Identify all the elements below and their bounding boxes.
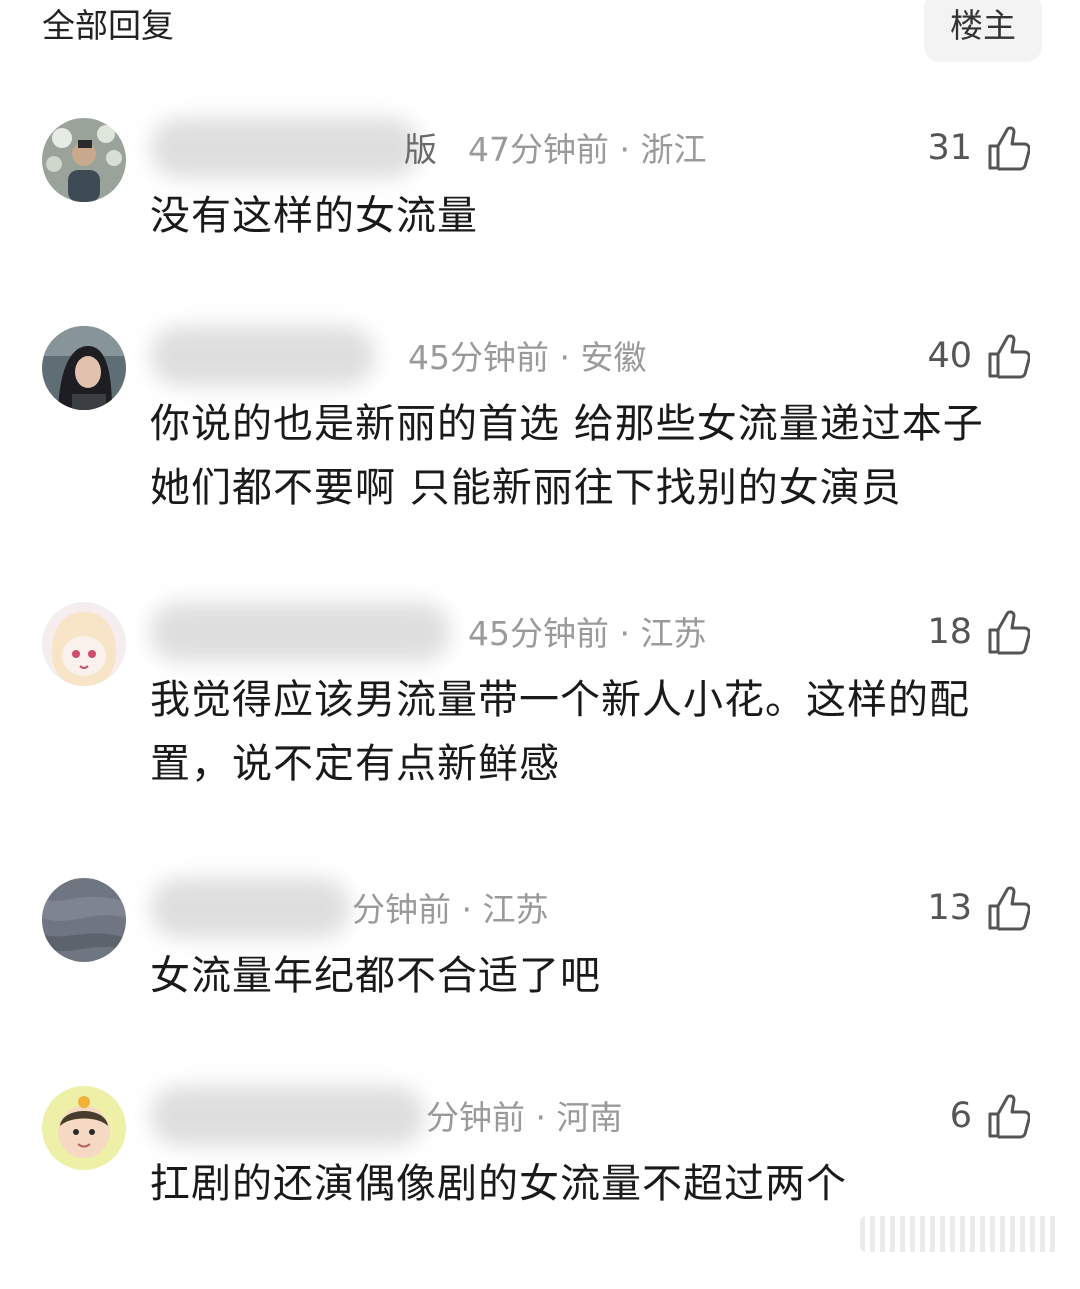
op-only-filter-button[interactable]: 楼主 (924, 0, 1042, 62)
comment-text: 我觉得应该男流量带一个新人小花。这样的配置，说不定有点新鲜感 (150, 677, 970, 787)
thumbs-up-icon (988, 334, 1030, 379)
comment-timestamp-location: 分钟前 · 江苏 (352, 890, 549, 929)
thumbs-up-icon (988, 126, 1030, 171)
comment-timestamp-location: 45分钟前 · 安徽 (408, 338, 647, 377)
comment-text: 扛剧的还演偶像剧的女流量不超过两个 (150, 1161, 847, 1207)
comment-meta: 分钟前 · 河南 6 (150, 1086, 1030, 1146)
watermark-strip (860, 1216, 1060, 1252)
op-filter-label: 楼主 (950, 6, 1016, 45)
comment-item: 45分钟前 · 江苏 18 我觉得应该男流量带一个新人小花。这样的配置，说不定有… (0, 602, 1080, 802)
like-button[interactable]: 31 (927, 118, 1030, 178)
like-button[interactable]: 6 (950, 1086, 1030, 1146)
reply-header: 全部回复 楼主 (0, 0, 1080, 62)
comment-text: 没有这样的女流量 (150, 193, 478, 239)
comment-meta: 45分钟前 · 江苏 18 (150, 602, 1030, 662)
username-redacted[interactable] (150, 1086, 425, 1146)
all-replies-title: 全部回复 (42, 6, 174, 45)
comment-timestamp-location: 47分钟前 · 浙江 (468, 130, 707, 169)
like-count: 18 (927, 612, 972, 652)
comment-item: 45分钟前 · 安徽 40 你说的也是新丽的首选 给那些女流量递过本子 她们都不… (0, 326, 1080, 526)
like-button[interactable]: 13 (927, 878, 1030, 938)
comment-meta: 版 47分钟前 · 浙江 31 (150, 118, 1030, 178)
username-redacted[interactable] (150, 118, 420, 178)
avatar[interactable] (42, 326, 126, 410)
comment-text: 女流量年纪都不合适了吧 (150, 953, 601, 999)
comment-timestamp-location: 45分钟前 · 江苏 (468, 614, 707, 653)
comment-item: 分钟前 · 江苏 13 女流量年纪都不合适了吧 (0, 878, 1080, 999)
thumbs-up-icon (988, 610, 1030, 655)
avatar[interactable] (42, 602, 126, 686)
comment-item: 分钟前 · 河南 6 扛剧的还演偶像剧的女流量不超过两个 (0, 1086, 1080, 1207)
avatar[interactable] (42, 118, 126, 202)
avatar[interactable] (42, 1086, 126, 1170)
like-count: 13 (927, 888, 972, 928)
thumbs-up-icon (988, 1094, 1030, 1139)
comment-timestamp-location: 分钟前 · 河南 (426, 1098, 623, 1137)
like-button[interactable]: 18 (927, 602, 1030, 662)
comment-text: 你说的也是新丽的首选 给那些女流量递过本子 她们都不要啊 只能新丽往下找别的女演… (150, 401, 984, 511)
thumbs-up-icon (988, 886, 1030, 931)
comment-meta: 分钟前 · 江苏 13 (150, 878, 1030, 938)
username-redacted[interactable] (150, 878, 350, 938)
like-button[interactable]: 40 (927, 326, 1030, 386)
comment-item: 版 47分钟前 · 浙江 31 没有这样的女流量 (0, 118, 1080, 239)
like-count: 31 (927, 128, 972, 168)
username-tail: 版 (404, 130, 437, 169)
avatar[interactable] (42, 878, 126, 962)
like-count: 6 (949, 1096, 972, 1136)
username-redacted[interactable] (150, 326, 375, 386)
like-count: 40 (927, 336, 972, 376)
username-redacted[interactable] (150, 602, 450, 662)
comment-meta: 45分钟前 · 安徽 40 (150, 326, 1030, 386)
